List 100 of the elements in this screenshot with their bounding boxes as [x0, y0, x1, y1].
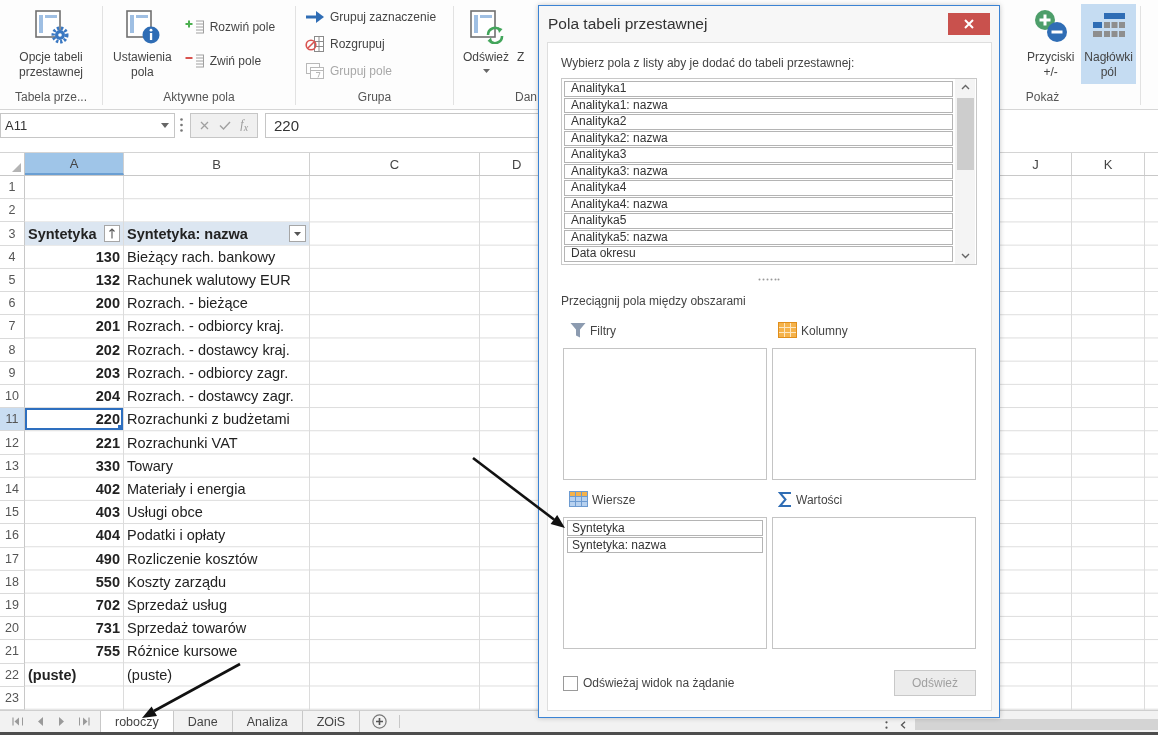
- field-list-item[interactable]: Analityka5: nazwa: [564, 229, 953, 245]
- drop-area[interactable]: [772, 348, 976, 480]
- row-header[interactable]: 3: [0, 222, 25, 246]
- field-list-item[interactable]: Analityka3: [564, 147, 953, 163]
- field-list-item[interactable]: Analityka5: [564, 213, 953, 229]
- field-list-item[interactable]: Analityka3: nazwa: [564, 163, 953, 179]
- row-header[interactable]: 13: [0, 454, 25, 478]
- ribbon-button[interactable]: Opcje tabeli przestawnej: [16, 4, 86, 84]
- sheet-tab[interactable]: roboczy: [100, 711, 174, 732]
- caret-icon[interactable]: [161, 122, 169, 128]
- ribbon-button[interactable]: Z: [514, 4, 528, 84]
- field-list-item[interactable]: Analityka4: [564, 180, 953, 196]
- dropdown-icon[interactable]: [289, 225, 306, 243]
- scroll-down-icon[interactable]: [960, 253, 970, 259]
- row-header[interactable]: 2: [0, 199, 25, 223]
- left-triangle-icon[interactable]: [38, 717, 44, 726]
- table-cell-text: Różnice kursowe: [126, 642, 239, 662]
- column-table-icon: [778, 322, 797, 338]
- scrollbar-thumb[interactable]: [956, 98, 974, 170]
- column-header[interactable]: C: [310, 153, 480, 175]
- right-triangle-icon[interactable]: [58, 717, 64, 726]
- row-header[interactable]: 23: [0, 686, 25, 711]
- row-header[interactable]: 12: [0, 431, 25, 455]
- table-cell-text: 403: [94, 503, 121, 523]
- row-header[interactable]: 4: [0, 245, 25, 269]
- area-field-item[interactable]: Syntetyka: nazwa: [567, 537, 763, 553]
- field-list-item[interactable]: Analityka2: nazwa: [564, 130, 953, 146]
- scroll-left-icon[interactable]: [900, 721, 906, 729]
- table-cell-text: Koszty zarządu: [126, 572, 228, 592]
- area-label: Wartości: [796, 492, 843, 509]
- table-cell-text: 755: [94, 642, 121, 662]
- field-list-item[interactable]: Analityka1: nazwa: [564, 97, 953, 113]
- row-header[interactable]: 11: [0, 408, 25, 432]
- plus-circle-icon[interactable]: [372, 714, 388, 729]
- area-field-item[interactable]: Syntetyka: [567, 520, 763, 536]
- row-header[interactable]: 10: [0, 384, 25, 409]
- row-header[interactable]: 19: [0, 593, 25, 618]
- field-list-item[interactable]: Analityka4: nazwa: [564, 196, 953, 212]
- table-cell-text: 204: [94, 387, 121, 407]
- field-list-item[interactable]: Data okresu: [564, 246, 953, 262]
- grip-dots-icon: [180, 118, 183, 132]
- area-label: Filtry: [590, 323, 616, 340]
- scroll-up-icon[interactable]: [960, 84, 970, 90]
- field-list-item[interactable]: Analityka2: [564, 114, 953, 130]
- ribbon-button[interactable]: Przyciski +/-: [1023, 4, 1078, 84]
- table-cell-text: 490: [94, 549, 121, 569]
- horizontal-scrollbar[interactable]: [915, 719, 1158, 730]
- ribbon-button[interactable]: Odśwież: [460, 4, 512, 84]
- table-cell-text: Bieżący rach. bankowy: [126, 247, 277, 267]
- funnel-icon: [570, 322, 586, 339]
- row-header[interactable]: 17: [0, 547, 25, 571]
- row-header[interactable]: 20: [0, 617, 25, 641]
- drop-area[interactable]: Syntetyka Syntetyka: nazwa: [563, 517, 767, 649]
- drop-area[interactable]: [563, 348, 767, 480]
- row-header[interactable]: 8: [0, 338, 25, 362]
- vertical-scrollbar[interactable]: [955, 79, 975, 264]
- table-cell-text: 402: [94, 479, 121, 499]
- header-label: Syntetyka: [28, 225, 97, 242]
- row-header[interactable]: 16: [0, 524, 25, 548]
- drop-area[interactable]: [772, 517, 976, 649]
- group-label: Tabela prze...: [13, 89, 88, 106]
- check-icon[interactable]: [218, 120, 231, 130]
- table-cell-text: 202: [94, 340, 121, 360]
- row-header[interactable]: 15: [0, 501, 25, 525]
- ribbon-button[interactable]: Ustawienia pola: [110, 4, 175, 84]
- formula-field[interactable]: 220: [265, 112, 538, 138]
- name-box[interactable]: A11: [0, 112, 175, 138]
- row-header[interactable]: 9: [0, 361, 25, 385]
- close-button[interactable]: [948, 13, 990, 35]
- column-header[interactable]: B: [124, 153, 310, 175]
- table-cell-text: Rozliczenie kosztów: [126, 549, 259, 569]
- ribbon-button[interactable]: Rozgrupuj: [303, 33, 439, 55]
- row-header[interactable]: 6: [0, 292, 25, 316]
- column-header[interactable]: A: [25, 153, 124, 175]
- cross-icon[interactable]: [199, 120, 209, 130]
- ribbon-button[interactable]: Rozwiń pole: [182, 16, 278, 38]
- last-arrow-icon[interactable]: [79, 717, 91, 726]
- column-header[interactable]: D: [480, 153, 538, 175]
- ribbon-button[interactable]: Zwiń pole: [182, 50, 278, 72]
- row-header[interactable]: 22: [0, 663, 25, 687]
- group-label: Dan: [514, 89, 537, 106]
- group-label: Grupa: [356, 89, 393, 106]
- checkbox[interactable]: [563, 675, 578, 691]
- row-header[interactable]: 14: [0, 477, 25, 502]
- table-cell-text: Sprzedaż towarów: [126, 619, 248, 639]
- first-arrow-icon[interactable]: [11, 717, 23, 726]
- splitter-dots-icon[interactable]: [885, 721, 888, 729]
- row-header[interactable]: 7: [0, 315, 25, 339]
- sort-up-icon[interactable]: [104, 225, 120, 243]
- field-list-item[interactable]: Analityka1: [564, 81, 953, 97]
- grip-dots-icon[interactable]: [758, 277, 780, 281]
- fill-handle-icon[interactable]: [118, 425, 123, 431]
- row-header[interactable]: 18: [0, 570, 25, 594]
- ribbon-button[interactable]: Grupuj zaznaczenie: [303, 6, 439, 29]
- table-cell-text: 404: [94, 526, 121, 546]
- row-header[interactable]: 21: [0, 640, 25, 664]
- ribbon-button[interactable]: Nagłówki pól: [1081, 4, 1136, 84]
- table-cell-text: Rozrach. - dostawcy zagr.: [126, 387, 295, 407]
- row-header[interactable]: 1: [0, 176, 25, 200]
- column-header[interactable]: K: [1072, 153, 1145, 175]
